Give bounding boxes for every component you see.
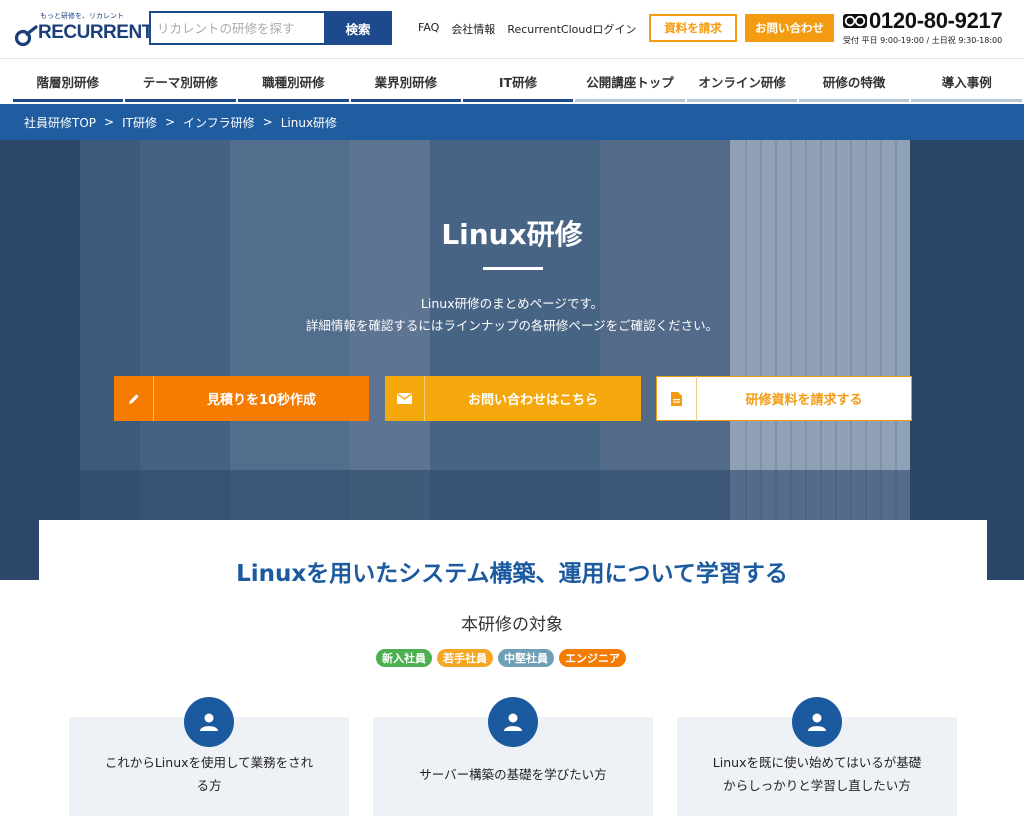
nav-item-industry[interactable]: 業界別研修 xyxy=(350,59,462,104)
contact-button[interactable]: お問い合わせ xyxy=(745,14,834,42)
target-card-text: これからLinuxを使用して業務をされ る方 xyxy=(69,751,349,797)
search-bar: 検索 xyxy=(149,11,392,45)
hero-description-line: Linux研修のまとめページです。 xyxy=(420,296,604,311)
nav-item-label: オンライン研修 xyxy=(698,75,786,90)
target-heading: 本研修の対象 xyxy=(461,615,563,635)
request-document-button[interactable]: 資料を請求 xyxy=(649,14,737,42)
hero-description: Linux研修のまとめページです。 詳細情報を確認するにはラインナップの各研修ペ… xyxy=(0,293,1024,337)
nav-item-open-courses[interactable]: 公開講座トップ xyxy=(574,59,686,104)
breadcrumb-separator: > xyxy=(262,115,273,129)
header-links: FAQ 会社情報 RecurrentCloudログイン xyxy=(418,21,636,37)
title-underline xyxy=(483,267,543,270)
nav-item-underline xyxy=(574,99,686,102)
pencil-icon xyxy=(114,376,154,421)
contact-cta-label: お問い合わせはこちら xyxy=(467,393,598,408)
nav-item-label: テーマ別研修 xyxy=(142,75,218,90)
hero-overlay xyxy=(0,140,1024,580)
breadcrumb-separator: > xyxy=(164,115,176,129)
breadcrumb-separator: > xyxy=(104,115,115,129)
target-card-text: サーバー構築の基礎を学びたい方 xyxy=(373,763,653,786)
company-info-link[interactable]: 会社情報 xyxy=(451,21,495,37)
nav-item-case-studies[interactable]: 導入事例 xyxy=(911,59,1022,104)
recurrent-cloud-login-link[interactable]: RecurrentCloudログイン xyxy=(507,21,636,37)
nav-item-label: 研修の特徴 xyxy=(822,75,886,90)
logo-tagline: もっと研修を、リカレント xyxy=(40,12,124,20)
business-hours: 受付 平日 9:00-19:00 / 土日祝 9:30-18:00 xyxy=(843,36,1003,45)
search-input[interactable] xyxy=(149,11,324,45)
faq-link[interactable]: FAQ xyxy=(418,21,439,37)
nav-item-underline xyxy=(463,99,573,102)
estimate-button-label: 見積りを10秒作成 xyxy=(206,393,317,408)
tag-young-employee: 若手社員 xyxy=(437,649,493,667)
breadcrumb: 社員研修TOP > IT研修 > インフラ研修 > Linux研修 xyxy=(0,104,1024,140)
nav-item-underline xyxy=(911,99,1022,102)
tag-new-employee: 新入社員 xyxy=(376,649,432,667)
nav-item-online[interactable]: オンライン研修 xyxy=(687,59,797,104)
nav-item-label: 階層別研修 xyxy=(36,75,100,90)
breadcrumb-current: Linux研修 xyxy=(280,115,338,130)
nav-item-theme[interactable]: テーマ別研修 xyxy=(124,59,237,104)
phone-block: 0120-80-9217 受付 平日 9:00-19:00 / 土日祝 9:30… xyxy=(843,8,1019,46)
target-card-line: サーバー構築の基礎を学びたい方 xyxy=(419,767,607,782)
target-card-line: る方 xyxy=(196,778,222,793)
nav-item-label: 公開講座トップ xyxy=(586,75,674,90)
document-icon xyxy=(657,376,697,421)
mail-icon xyxy=(385,376,425,421)
nav-item-underline xyxy=(350,99,462,102)
user-icon xyxy=(488,697,538,747)
request-document-cta-button[interactable]: 研修資料を請求する xyxy=(656,376,912,421)
target-card-line: Linuxを既に使い始めてはいるが基礎 xyxy=(712,755,922,770)
main-nav: 階層別研修 テーマ別研修 職種別研修 業界別研修 IT研修 公開講座トップ オンライン研修 研… xyxy=(0,58,1024,104)
breadcrumb-it-training[interactable]: IT研修 xyxy=(122,114,157,131)
target-tags: 新入社員 若手社員 中堅社員 エンジニア xyxy=(376,649,626,667)
request-document-cta-label: 研修資料を請求する xyxy=(745,393,863,408)
nav-item-underline xyxy=(13,99,123,102)
nav-item-label: 職種別研修 xyxy=(262,75,325,90)
logo-mark-icon xyxy=(14,25,38,47)
section-lead-heading: Linuxを用いたシステム構築、運用について学習する xyxy=(236,561,788,587)
site-header: もっと研修を、リカレント RECURRENT 検索 FAQ 会社情報 Recur… xyxy=(0,0,1024,58)
target-card-line: からしっかりと学習し直したい方 xyxy=(723,778,911,793)
user-icon xyxy=(792,697,842,747)
contact-cta-button[interactable]: お問い合わせはこちら xyxy=(385,376,641,421)
free-dial-icon xyxy=(843,14,867,28)
user-icon xyxy=(184,697,234,747)
nav-item-features[interactable]: 研修の特徴 xyxy=(798,59,910,104)
nav-item-label: 業界別研修 xyxy=(374,75,438,90)
target-card-line: これからLinuxを使用して業務をされ xyxy=(104,755,314,770)
nav-item-it[interactable]: IT研修 xyxy=(463,59,573,104)
nav-item-label: 導入事例 xyxy=(941,75,992,90)
nav-item-underline xyxy=(687,99,797,102)
estimate-button[interactable]: 見積りを10秒作成 xyxy=(114,376,369,421)
hero-description-line: 詳細情報を確認するにはラインナップの各研修ページをご確認ください。 xyxy=(305,318,719,333)
logo[interactable]: もっと研修を、リカレント RECURRENT xyxy=(14,11,153,47)
target-card-text: Linuxを既に使い始めてはいるが基礎 からしっかりと学習し直したい方 xyxy=(677,751,957,797)
nav-item-label: IT研修 xyxy=(498,75,538,90)
page-title: Linux研修 xyxy=(441,218,583,251)
tag-engineer: エンジニア xyxy=(559,649,626,667)
breadcrumb-top[interactable]: 社員研修TOP xyxy=(24,114,96,131)
nav-item-job-type[interactable]: 職種別研修 xyxy=(238,59,349,104)
nav-item-underline xyxy=(798,99,910,102)
breadcrumb-infra-training[interactable]: インフラ研修 xyxy=(183,114,255,131)
nav-item-level[interactable]: 階層別研修 xyxy=(13,59,123,104)
search-button[interactable]: 検索 xyxy=(324,11,392,45)
logo-wordmark: RECURRENT xyxy=(38,22,153,43)
nav-item-underline xyxy=(124,99,237,102)
phone-number[interactable]: 0120-80-9217 xyxy=(869,8,1003,34)
hero-banner: Linux研修 Linux研修のまとめページです。 詳細情報を確認するにはライン… xyxy=(0,140,1024,580)
tag-mid-level-employee: 中堅社員 xyxy=(498,649,554,667)
nav-item-underline xyxy=(238,99,349,102)
